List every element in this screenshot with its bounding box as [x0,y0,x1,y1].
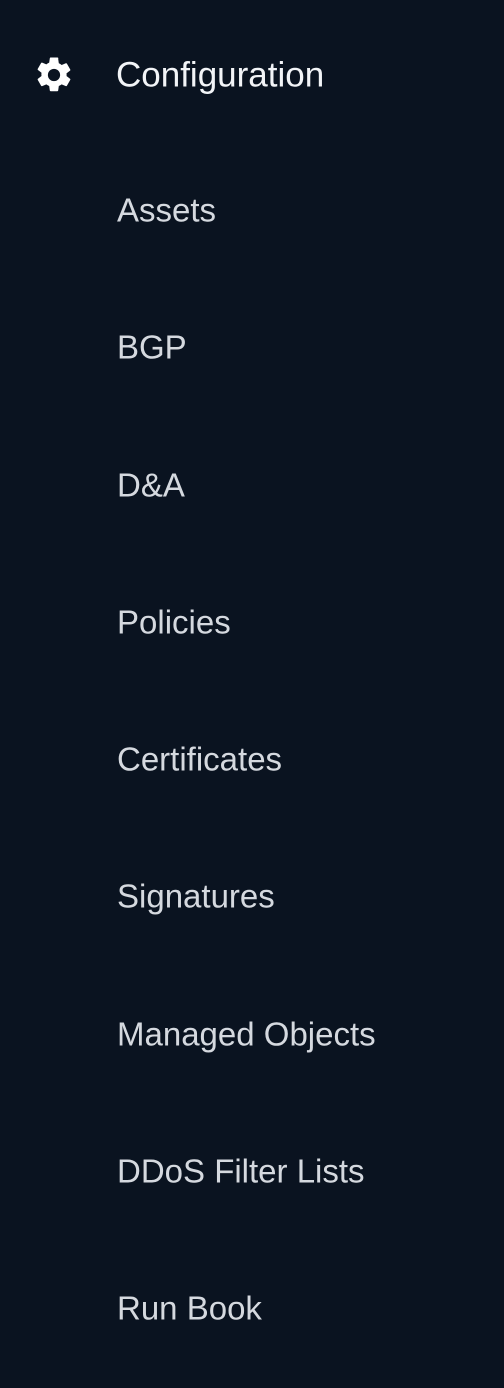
nav-item-da[interactable]: D&A [0,450,504,520]
nav-item-label: Certificates [117,740,283,778]
gear-icon [33,54,75,96]
nav-item-label: DDoS Filter Lists [117,1152,365,1190]
section-title: Configuration [116,55,325,95]
nav-item-label: Policies [117,603,231,641]
nav-item-signatures[interactable]: Signatures [0,861,504,931]
nav-item-label: Managed Objects [117,1015,376,1053]
nav-item-ddos-filter-lists[interactable]: DDoS Filter Lists [0,1136,504,1206]
nav-item-bgp[interactable]: BGP [0,312,504,382]
nav-item-label: D&A [117,466,185,504]
nav-item-label: Assets [117,191,217,229]
section-configuration[interactable]: Configuration [0,40,504,110]
nav-item-label: Signatures [117,877,275,915]
nav-item-managed-objects[interactable]: Managed Objects [0,999,504,1069]
nav-item-assets[interactable]: Assets [0,175,504,245]
sidebar-nav: Configuration Assets BGP D&A Policies Ce… [0,0,504,1388]
nav-item-label: BGP [117,328,187,366]
nav-item-run-book[interactable]: Run Book [0,1273,504,1343]
nav-item-policies[interactable]: Policies [0,587,504,657]
nav-item-label: Run Book [117,1289,262,1327]
nav-item-certificates[interactable]: Certificates [0,724,504,794]
